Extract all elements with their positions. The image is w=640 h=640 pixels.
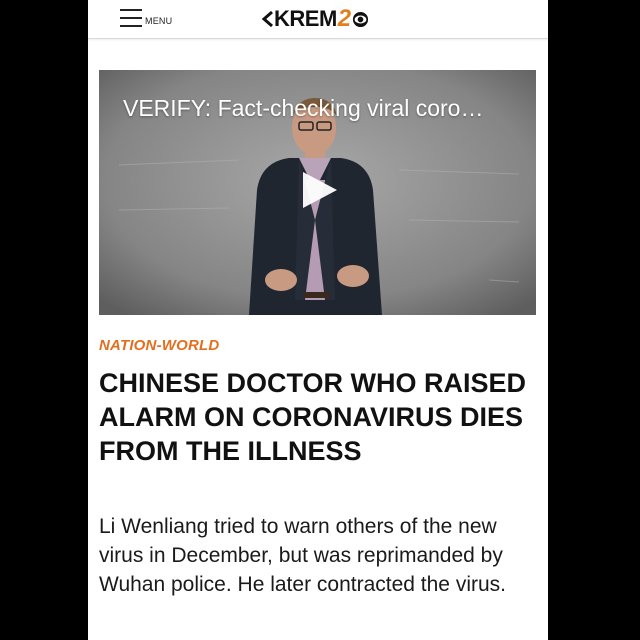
logo-eye-icon — [353, 11, 369, 27]
hamburger-icon — [120, 7, 142, 29]
play-icon[interactable] — [299, 170, 339, 210]
site-header: MENU KREM 2 — [88, 0, 548, 39]
article-category[interactable]: NATION-WORLD — [99, 337, 219, 354]
video-title: VERIFY: Fact-checking viral coro… — [123, 95, 484, 121]
logo-chevron-icon — [261, 11, 273, 27]
logo-channel-number: 2 — [337, 5, 352, 32]
article-headline[interactable]: CHINESE DOCTOR WHO RAISED ALARM ON CORON… — [99, 366, 539, 468]
logo-wordmark: KREM — [274, 6, 337, 31]
video-player[interactable]: VERIFY: Fact-checking viral coro… — [99, 70, 536, 315]
mobile-page: MENU KREM 2 VERIFY: Fact-checking viral … — [88, 0, 548, 640]
site-logo[interactable]: KREM 2 — [261, 6, 381, 32]
article-summary: Li Wenliang tried to warn others of the … — [99, 515, 506, 596]
menu-label: MENU — [145, 16, 173, 26]
menu-button[interactable]: MENU — [120, 7, 180, 31]
